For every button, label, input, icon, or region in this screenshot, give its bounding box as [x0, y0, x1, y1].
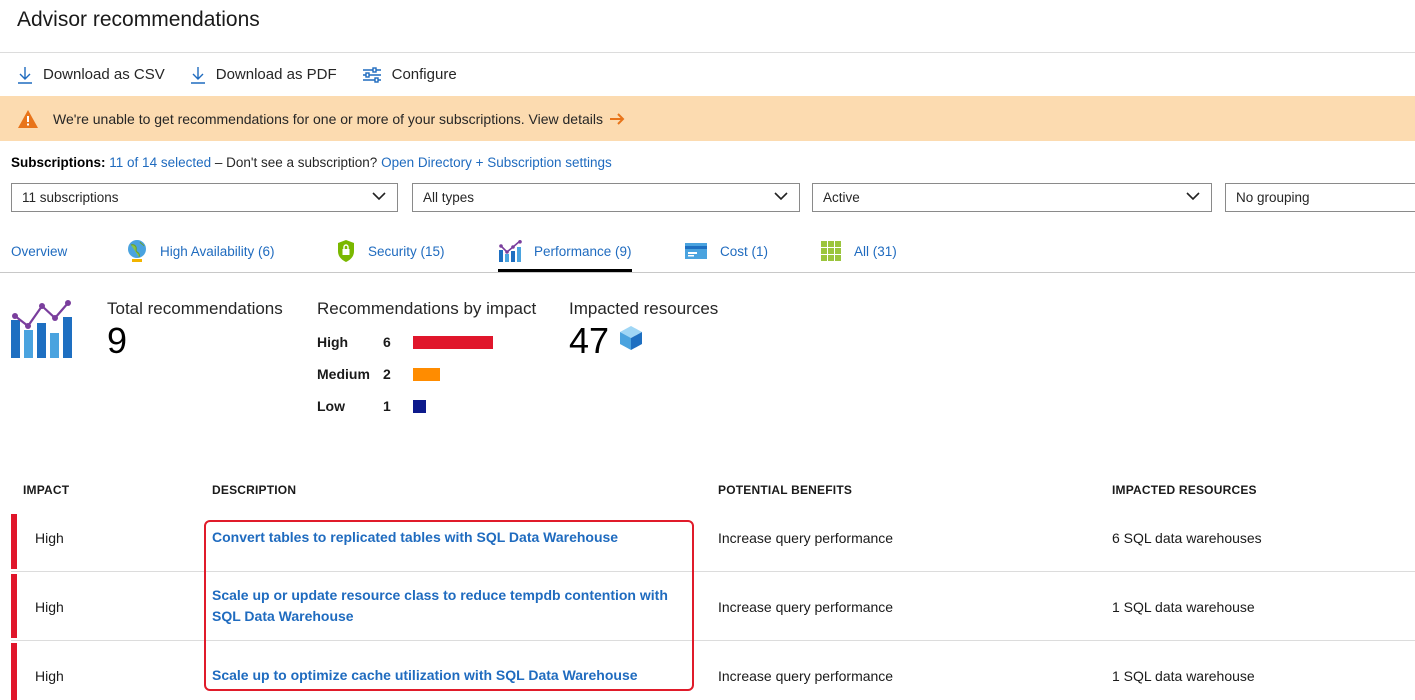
- performance-chart-icon: [499, 240, 522, 262]
- subscriptions-label: Subscriptions:: [11, 155, 106, 170]
- impacted-resources-value: 47: [569, 320, 610, 361]
- sliders-icon: [362, 66, 381, 83]
- subscriptions-line: Subscriptions: 11 of 14 selected – Don't…: [11, 155, 612, 170]
- tab-high-availability[interactable]: High Availability (6): [126, 229, 275, 273]
- warning-icon: [18, 109, 38, 128]
- resources-cell: 1 SQL data warehouse: [1112, 599, 1255, 615]
- category-tabs: Overview High Availability (6) Security …: [0, 229, 1415, 273]
- types-dropdown[interactable]: All types: [412, 183, 800, 212]
- impact-bar-low: [413, 399, 426, 413]
- tab-label: Security (15): [368, 243, 445, 259]
- resources-cell: 6 SQL data warehouses: [1112, 530, 1262, 546]
- impact-name: Medium: [317, 366, 370, 382]
- chevron-down-icon: [372, 192, 386, 201]
- impact-cell: High: [35, 530, 64, 546]
- tab-label: Cost (1): [720, 243, 769, 259]
- subscriptions-hint: – Don't see a subscription?: [214, 155, 378, 170]
- impact-count: 1: [383, 398, 391, 414]
- benefit-cell: Increase query performance: [718, 599, 894, 615]
- chevron-down-icon: [774, 192, 788, 201]
- arrow-right-icon[interactable]: [609, 112, 625, 125]
- tab-performance[interactable]: Performance (9): [498, 229, 632, 273]
- tab-overview[interactable]: Overview: [11, 229, 67, 273]
- total-recommendations-value: 9: [107, 320, 128, 361]
- column-header-impact[interactable]: IMPACT: [23, 483, 69, 497]
- highlight-annotation: [204, 520, 694, 691]
- impact-indicator-high: [11, 574, 17, 638]
- column-header-description[interactable]: DESCRIPTION: [212, 483, 296, 497]
- subscription-settings-link[interactable]: Open Directory + Subscription settings: [381, 155, 612, 170]
- download-csv-label: Download as CSV: [43, 66, 165, 83]
- tab-label: All (31): [854, 243, 897, 259]
- impact-breakdown-label: Recommendations by impact: [317, 299, 537, 318]
- grouping-dropdown-value: No grouping: [1236, 190, 1310, 205]
- grouping-dropdown[interactable]: No grouping: [1225, 183, 1415, 212]
- page-title: Advisor recommendations: [17, 8, 260, 31]
- total-recommendations-label: Total recommendations: [107, 299, 283, 318]
- impact-bar-high: [413, 335, 493, 349]
- impact-count: 2: [383, 366, 391, 382]
- download-pdf-label: Download as PDF: [215, 66, 337, 83]
- tab-cost[interactable]: Cost (1): [684, 229, 768, 273]
- impact-row-medium: Medium 2: [317, 364, 440, 384]
- configure-label: Configure: [391, 66, 457, 83]
- impact-indicator-high: [11, 514, 17, 569]
- resources-cell: 1 SQL data warehouse: [1112, 668, 1255, 684]
- impact-cell: High: [35, 599, 64, 615]
- cube-icon: [620, 326, 642, 350]
- grid-icon: [821, 241, 841, 261]
- status-dropdown-value: Active: [823, 190, 860, 205]
- command-bar: Download as CSV Download as PDF Configur…: [0, 53, 1415, 96]
- globe-icon: [128, 240, 146, 262]
- column-header-resources[interactable]: IMPACTED RESOURCES: [1112, 483, 1257, 497]
- warning-banner[interactable]: We're unable to get recommendations for …: [0, 96, 1415, 141]
- credit-card-icon: [685, 243, 707, 259]
- column-header-benefits[interactable]: POTENTIAL BENEFITS: [718, 483, 852, 497]
- tab-all[interactable]: All (31): [820, 229, 897, 273]
- tab-label: Performance (9): [534, 243, 632, 259]
- warning-text: We're unable to get recommendations for …: [53, 110, 603, 127]
- tab-label: Overview: [11, 243, 68, 259]
- download-csv-button[interactable]: Download as CSV: [17, 66, 165, 84]
- performance-chart-icon: [11, 300, 72, 358]
- impact-bar-medium: [413, 367, 440, 381]
- impact-count: 6: [383, 334, 391, 350]
- download-pdf-button[interactable]: Download as PDF: [190, 66, 337, 84]
- impact-name: Low: [317, 398, 345, 414]
- impact-row-low: Low 1: [317, 396, 426, 416]
- tab-label: High Availability (6): [160, 243, 275, 259]
- impact-cell: High: [35, 668, 64, 684]
- shield-lock-icon: [338, 240, 354, 262]
- download-icon: [18, 66, 32, 84]
- benefit-cell: Increase query performance: [718, 668, 894, 684]
- impact-name: High: [317, 334, 349, 350]
- subscriptions-dropdown-value: 11 subscriptions: [22, 190, 119, 205]
- impact-row-high: High 6: [317, 332, 493, 352]
- download-icon: [190, 66, 205, 84]
- subscriptions-dropdown[interactable]: 11 subscriptions: [11, 183, 398, 212]
- chevron-down-icon: [1186, 192, 1200, 201]
- benefit-cell: Increase query performance: [718, 530, 894, 546]
- configure-button[interactable]: Configure: [362, 66, 457, 83]
- impact-indicator-high: [11, 643, 17, 700]
- impacted-resources-label: Impacted resources: [569, 299, 719, 318]
- subscriptions-selected-link[interactable]: 11 of 14 selected: [109, 155, 211, 170]
- status-dropdown[interactable]: Active: [812, 183, 1212, 212]
- tab-security[interactable]: Security (15): [336, 229, 445, 273]
- types-dropdown-value: All types: [423, 190, 475, 205]
